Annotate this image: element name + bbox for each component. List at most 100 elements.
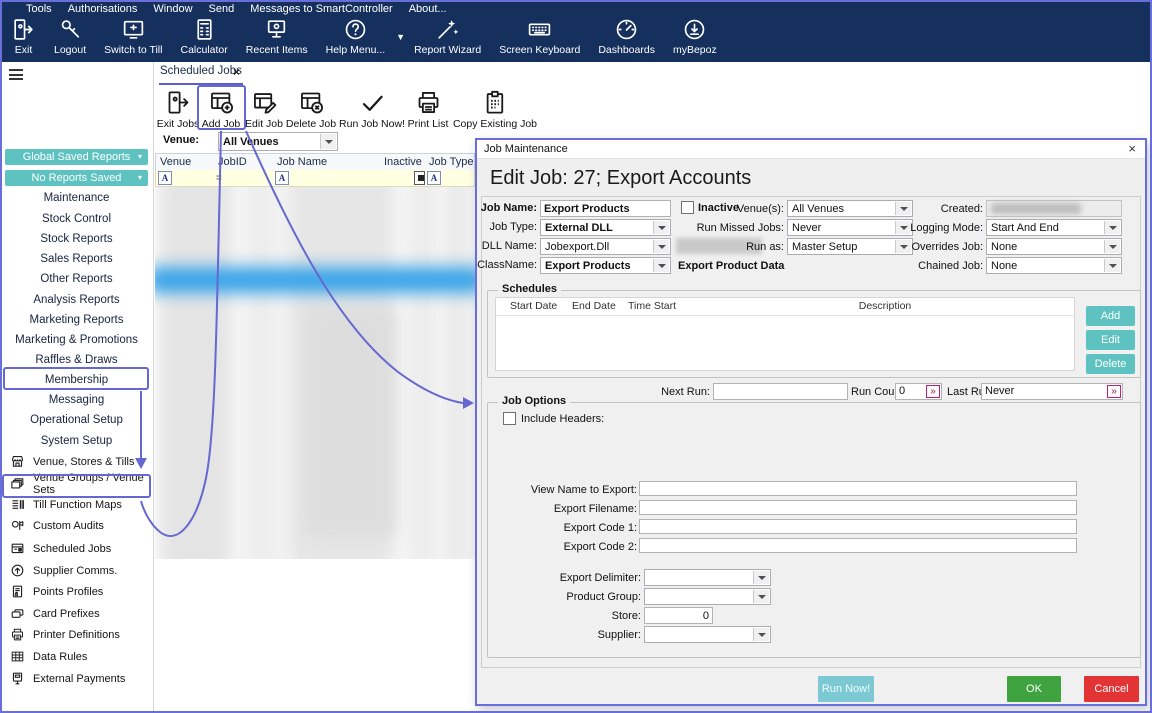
sidebar-item-membership[interactable]: Membership [2, 370, 151, 390]
combo-dropdown-icon[interactable] [653, 240, 669, 253]
dialog-titlebar[interactable]: Job Maintenance [477, 140, 1145, 158]
column-header-inactive[interactable]: Inactive [380, 153, 426, 171]
menu-tools[interactable]: Tools [26, 3, 52, 15]
overrides-job-combo[interactable]: None [986, 238, 1122, 255]
add-job-button[interactable]: Add Job [199, 89, 243, 130]
menu-window[interactable]: Window [153, 3, 192, 15]
sidebar-item-venue-stores-tills[interactable]: Venue, Stores & Tills [10, 451, 150, 472]
product-group-combo[interactable] [644, 588, 771, 605]
schedule-add-button[interactable]: Add [1086, 306, 1135, 326]
sidebar-item-custom-audits[interactable]: Custom Audits [10, 515, 150, 536]
schedules-list[interactable]: Start Date End Date Time Start Descripti… [495, 297, 1075, 371]
sidebar-item-stock-control[interactable]: Stock Control [2, 209, 151, 229]
filter-cell-jobid[interactable]: = [214, 170, 274, 187]
run-count-field[interactable]: 0» [895, 383, 942, 400]
filter-cell-inactive[interactable] [380, 170, 426, 187]
view-name-input[interactable] [639, 481, 1077, 496]
combo-dropdown-icon[interactable] [653, 259, 669, 272]
combo-dropdown-icon[interactable] [753, 628, 769, 641]
export-filename-input[interactable] [639, 500, 1077, 515]
logging-mode-combo[interactable]: Start And End [986, 219, 1122, 236]
sidebar-item-raffles-draws[interactable]: Raffles & Draws [2, 350, 151, 370]
global-saved-reports-button[interactable]: Global Saved Reports ▾ [5, 149, 148, 165]
combo-dropdown-icon[interactable] [320, 134, 336, 149]
calculator-button[interactable]: Calculator [171, 17, 236, 56]
inactive-checkbox[interactable] [681, 201, 694, 214]
job-type-combo[interactable]: External DLL [540, 219, 671, 236]
switch-to-till-button[interactable]: Switch to Till [95, 17, 171, 56]
schedules-col-end-date[interactable]: End Date [572, 300, 616, 312]
cancel-button[interactable]: Cancel [1084, 676, 1139, 702]
tab-scheduled-jobs[interactable]: Scheduled Jobs [160, 65, 242, 77]
menu-messages-smartcontroller[interactable]: Messages to SmartController [250, 3, 392, 15]
job-name-input[interactable] [540, 200, 671, 217]
column-header-jobid[interactable]: JobID [214, 153, 274, 171]
schedules-col-description[interactable]: Description [696, 300, 1074, 312]
schedule-delete-button[interactable]: Delete [1086, 354, 1135, 374]
column-header-job-type[interactable]: Job Type [425, 153, 475, 171]
sidebar-item-maintenance[interactable]: Maintenance [2, 188, 151, 208]
logout-button[interactable]: Logout [45, 17, 95, 56]
filter-cell-venue[interactable]: A [155, 170, 215, 187]
menu-authorisations[interactable]: Authorisations [68, 3, 138, 15]
more-options-icon[interactable]: » [926, 385, 940, 398]
schedules-col-start-date[interactable]: Start Date [510, 300, 557, 312]
venues-combo[interactable]: All Venues [787, 200, 913, 217]
filter-cell-job-name[interactable]: A [273, 170, 381, 187]
schedule-edit-button[interactable]: Edit [1086, 330, 1135, 350]
exit-button[interactable]: Exit [2, 17, 45, 56]
combo-dropdown-icon[interactable] [1104, 259, 1120, 272]
sidebar-item-external-payments[interactable]: External Payments [10, 668, 150, 689]
sidebar-item-venue-groups[interactable]: Venue Groups / Venue Sets [10, 472, 150, 496]
filter-cell-job-type[interactable]: A [425, 170, 475, 187]
sidebar-item-data-rules[interactable]: Data Rules [10, 646, 150, 667]
more-options-icon[interactable]: » [1107, 385, 1121, 398]
sidebar-item-messaging[interactable]: Messaging [2, 390, 151, 410]
ok-button[interactable]: OK [1007, 676, 1061, 702]
export-code-1-input[interactable] [639, 519, 1077, 534]
no-reports-saved-button[interactable]: No Reports Saved ▾ [5, 170, 148, 186]
sidebar-item-marketing-reports[interactable]: Marketing Reports [2, 310, 151, 330]
menu-about[interactable]: About... [409, 3, 447, 15]
combo-dropdown-icon[interactable] [895, 202, 911, 215]
tab-close-icon[interactable]: × [233, 65, 240, 79]
run-job-now-button[interactable]: Run Job Now! [338, 89, 406, 130]
sidebar-item-marketing-promotions[interactable]: Marketing & Promotions [2, 330, 151, 350]
sidebar-item-card-prefixes[interactable]: Card Prefixes [10, 603, 150, 624]
schedules-col-time-start[interactable]: Time Start [628, 300, 676, 312]
edit-job-button[interactable]: Edit Job [243, 89, 285, 130]
delete-job-button[interactable]: Delete Job [284, 89, 338, 130]
recent-items-button[interactable]: Recent Items [237, 17, 317, 56]
store-input[interactable] [644, 607, 713, 624]
next-run-input[interactable] [713, 383, 848, 400]
help-menu-dropdown-icon[interactable]: ▼ [396, 32, 405, 42]
sidebar-item-points-profiles[interactable]: Points Profiles [10, 581, 150, 602]
sidebar-item-scheduled-jobs[interactable]: Scheduled Jobs [10, 538, 150, 559]
menu-send[interactable]: Send [209, 3, 235, 15]
export-code-2-input[interactable] [639, 538, 1077, 553]
exit-jobs-button[interactable]: Exit Jobs [155, 89, 201, 130]
export-delimiter-combo[interactable] [644, 569, 771, 586]
combo-dropdown-icon[interactable] [753, 590, 769, 603]
combo-dropdown-icon[interactable] [653, 221, 669, 234]
sidebar-item-operational-setup[interactable]: Operational Setup [2, 410, 151, 430]
sidebar-item-till-function-maps[interactable]: Till Function Maps [10, 494, 150, 515]
mybepoz-button[interactable]: myBepoz [664, 17, 726, 56]
supplier-combo[interactable] [644, 626, 771, 643]
chained-job-combo[interactable]: None [986, 257, 1122, 274]
venue-filter-combo[interactable]: All Venues [218, 132, 338, 151]
sidebar-item-other-reports[interactable]: Other Reports [2, 269, 151, 289]
dll-name-combo[interactable]: Jobexport.Dll [540, 238, 671, 255]
help-menu-button[interactable]: Help Menu... [317, 17, 395, 56]
include-headers-checkbox[interactable] [503, 412, 516, 425]
run-now-button[interactable]: Run Now! [818, 676, 874, 702]
screen-keyboard-button[interactable]: Screen Keyboard [490, 17, 589, 56]
column-header-venue[interactable]: Venue [155, 153, 215, 171]
copy-existing-job-button[interactable]: Copy Existing Job [452, 89, 538, 130]
sidebar-item-supplier-comms[interactable]: Supplier Comms. [10, 560, 150, 581]
column-header-job-name[interactable]: Job Name [273, 153, 381, 171]
sidebar-item-printer-definitions[interactable]: Printer Definitions [10, 624, 150, 645]
last-run-field[interactable]: Never » [981, 383, 1123, 400]
dashboards-button[interactable]: Dashboards [589, 17, 664, 56]
classname-combo[interactable]: Export Products [540, 257, 671, 274]
